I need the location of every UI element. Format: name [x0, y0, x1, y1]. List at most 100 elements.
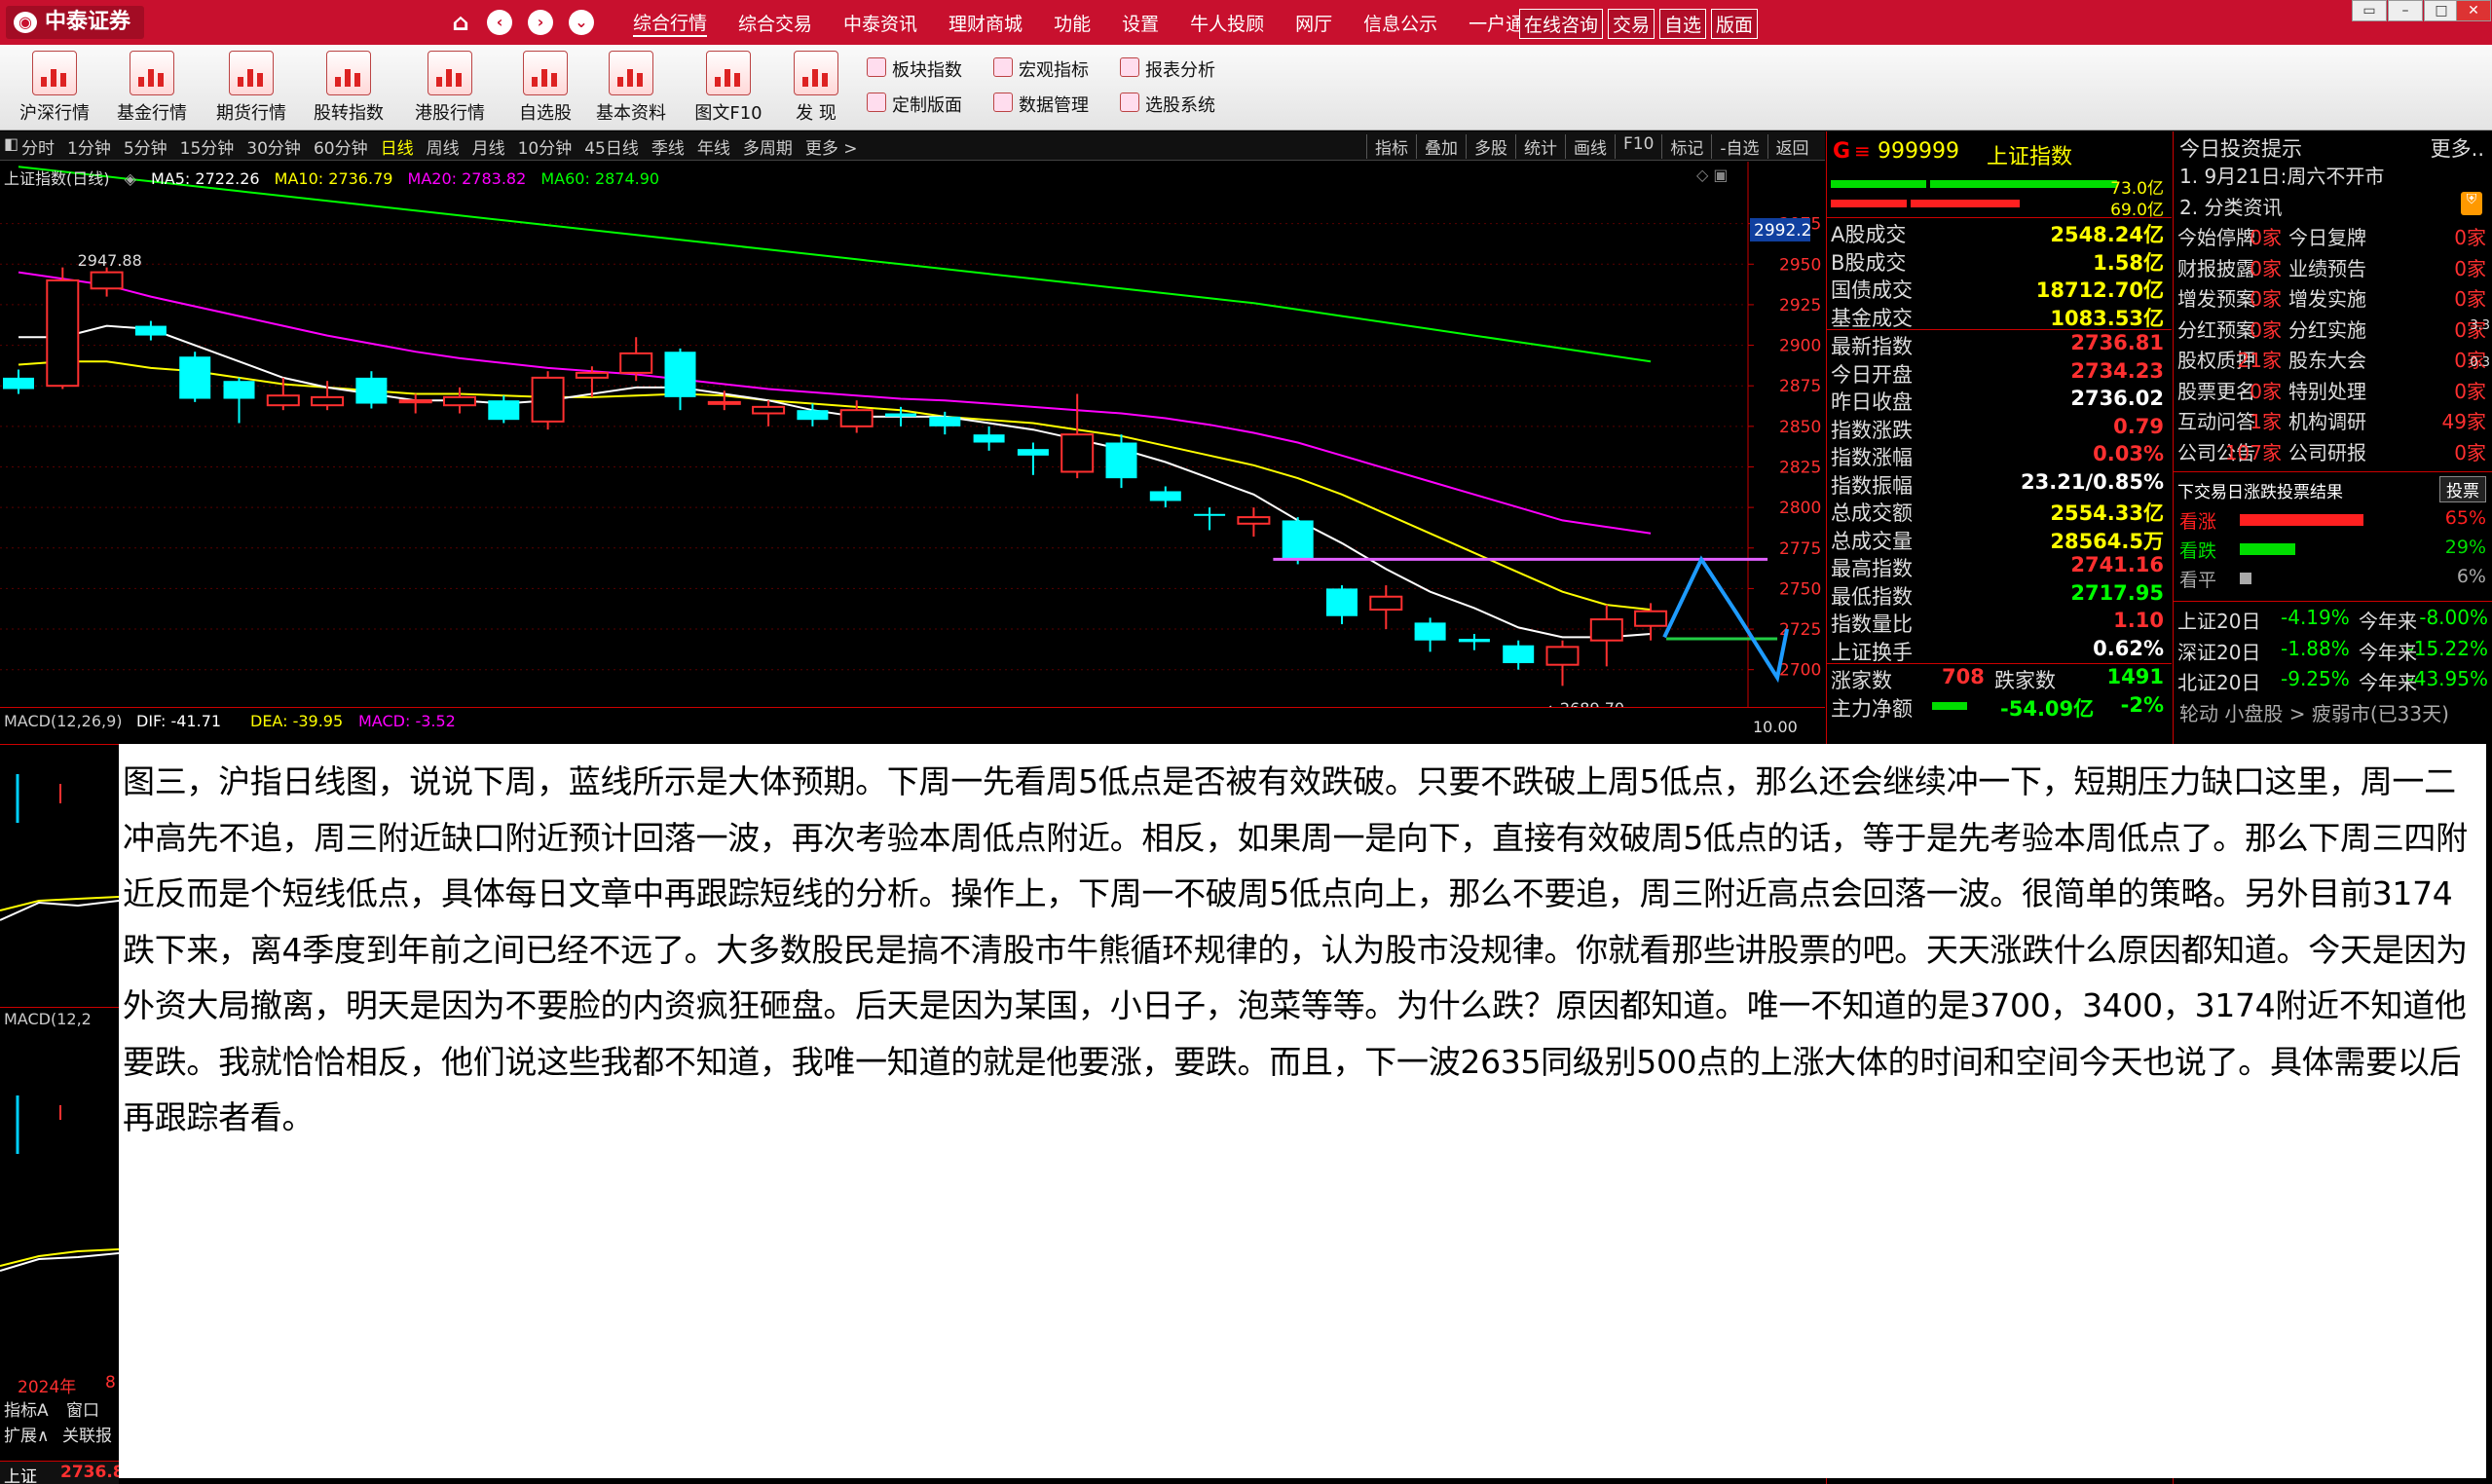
period-tab[interactable]: 45日线 [584, 134, 639, 159]
kline-chart[interactable]: 2975295029252900287528502825280027752750… [0, 162, 1825, 718]
tab-indicator[interactable]: 指标A [4, 1396, 49, 1421]
tab-expand[interactable]: 扩展∧ [4, 1422, 49, 1446]
toolbar-button[interactable]: 港股行情 [403, 49, 497, 129]
vote-row: 看涨 65% [2174, 505, 2492, 535]
period-tab[interactable]: 更多 > [805, 134, 858, 159]
chart-tool[interactable]: 返回 [1767, 134, 1817, 159]
toolbar-small-button[interactable]: 定制版面 [867, 92, 962, 117]
event-stat-row[interactable]: 增发预案 0家 增发实施 0家 [2174, 283, 2492, 315]
toolbar-button[interactable]: 基金行情 [105, 49, 199, 129]
toolbar-button[interactable]: 自选股 [499, 49, 592, 129]
stat-value: 107家 [2224, 440, 2282, 464]
vote-label: 看跌 [2179, 540, 2217, 562]
menu-item[interactable]: 综合行情 [633, 9, 708, 37]
menu-item[interactable]: 信息公示 [1363, 10, 1437, 36]
period-tab[interactable]: 多周期 [743, 134, 793, 159]
chart-tool[interactable]: 标记 [1661, 134, 1711, 159]
chart-settings-icon[interactable]: ◇ ▣ [1696, 166, 1729, 184]
maximize-icon[interactable]: □ [2424, 0, 2459, 21]
home-icon[interactable]: ⌂ [448, 10, 473, 35]
kline-svg: 2975295029252900287528502825280027752750… [0, 162, 1821, 718]
menu-item[interactable]: 中泰资讯 [843, 10, 917, 36]
icon-bar [637, 73, 643, 87]
period-tab[interactable]: 季线 [651, 134, 685, 159]
chart-tool[interactable]: -自选 [1711, 134, 1767, 159]
top-link[interactable]: 在线咨询 [1519, 9, 1604, 39]
vote-button[interactable]: 投票 [2439, 476, 2486, 502]
toolbar-button[interactable]: 期货行情 [205, 49, 298, 129]
tip-item[interactable]: 1. 9月21日:周六不开市 [2174, 161, 2492, 192]
menu-item[interactable]: 理财商城 [948, 10, 1023, 36]
back-icon[interactable]: ‹ [487, 10, 512, 35]
toolbar-button[interactable]: 基本资料 [584, 49, 678, 129]
top-link[interactable]: 交易 [1608, 9, 1655, 39]
chart-tool[interactable]: 叠加 [1416, 134, 1466, 159]
menu-item[interactable]: 功能 [1054, 10, 1091, 36]
index-20d-row: 深证20日 -1.88% 今年来 -15.22% [2174, 633, 2492, 664]
menu-item[interactable]: 设置 [1122, 10, 1159, 36]
icon-bar [60, 73, 66, 87]
candle-body [839, 409, 874, 427]
chart-tool[interactable]: 多股 [1466, 134, 1515, 159]
row-label: 基金成交 [1831, 306, 1913, 330]
chart-tool[interactable]: 画线 [1565, 134, 1615, 159]
period-tab[interactable]: 10分钟 [518, 134, 573, 159]
top-link[interactable]: 自选 [1659, 9, 1707, 39]
menu-item[interactable]: 网厅 [1295, 10, 1332, 36]
icon-bar [158, 73, 164, 87]
period-tab[interactable]: 周线 [427, 134, 460, 159]
event-stat-row[interactable]: 今始停牌 0家 今日复牌 0家 [2174, 222, 2492, 253]
toolbar-small-button[interactable]: 数据管理 [993, 92, 1089, 117]
period-tab[interactable]: 日线 [381, 134, 414, 159]
event-stat-row[interactable]: 财报披露 0家 业绩预告 0家 [2174, 253, 2492, 284]
toolbar-small-button[interactable]: 宏观指标 [993, 56, 1089, 82]
period-tab[interactable]: 60分钟 [314, 134, 368, 159]
close-icon[interactable]: ✕ [2456, 0, 2491, 21]
chart-tool[interactable]: F10 [1615, 134, 1661, 159]
toolbar-button[interactable]: 图文F10 [682, 49, 775, 129]
toolbar-button[interactable]: 股转指数 [302, 49, 395, 129]
tab-related[interactable]: 关联报 [62, 1422, 112, 1446]
event-stat-row[interactable]: 互动问答 1家 机构调研 49家 [2174, 406, 2492, 437]
legend-ma20: MA20: 2783.82 [407, 169, 527, 188]
period-tab[interactable]: 1分钟 [67, 134, 111, 159]
event-stat-row[interactable]: 股票更名 0家 特别处理 0家 [2174, 376, 2492, 407]
event-stat-row[interactable]: 分红预案 0家 分红实施 0家 [2174, 315, 2492, 346]
event-stat-row[interactable]: 公司公告 107家 公司研报 0家 [2174, 437, 2492, 468]
toolbar-small-button[interactable]: 报表分析 [1120, 56, 1215, 82]
period-tab[interactable]: 15分钟 [180, 134, 235, 159]
menu-icon[interactable]: ≡ [1854, 139, 1871, 163]
forward-icon[interactable]: › [528, 10, 553, 35]
tab-window[interactable]: 窗口 [66, 1396, 99, 1421]
toolbar-button[interactable]: 发 现 [769, 49, 863, 129]
restore-icon[interactable]: ▭ [2352, 0, 2387, 21]
candle-body [311, 395, 345, 407]
menu-item[interactable]: 一户通 [1469, 10, 1524, 36]
toolbar-small-button[interactable]: 板块指数 [867, 56, 962, 82]
index-20d-stats: 上证20日 -4.19% 今年来 -8.00% 深证20日 -1.88% 今年来 -15.22… [2174, 602, 2492, 694]
period-tab[interactable]: 年线 [697, 134, 730, 159]
menu-item[interactable]: 综合交易 [738, 10, 812, 36]
chart-tool[interactable]: 指标 [1366, 134, 1416, 159]
menu-item[interactable]: 牛人投顾 [1190, 10, 1264, 36]
tips-more-link[interactable]: 更多.. [2431, 133, 2484, 163]
period-tab[interactable]: 5分钟 [124, 134, 167, 159]
period-tab[interactable]: 月线 [472, 134, 505, 159]
status-index-name: 上证 [4, 1467, 37, 1484]
panel-toggle-icon[interactable]: ◧ [4, 134, 19, 153]
icon-bar [725, 69, 730, 87]
stat-value: 0家 [2250, 287, 2282, 311]
toolbar-button[interactable]: 沪深行情 [8, 49, 101, 129]
period-tab[interactable]: 30分钟 [246, 134, 301, 159]
period-tab[interactable]: 分时 [21, 134, 55, 159]
event-stat-row[interactable]: 股权质押 21家 股东大会 0家 [2174, 345, 2492, 376]
dropdown-icon[interactable]: ⌄ [569, 10, 594, 35]
minimize-icon[interactable]: – [2388, 0, 2423, 21]
top-links: 在线咨询 交易 自选 版面 [1519, 9, 1763, 39]
tip-item[interactable]: 2. 分类资讯 ⛨ [2174, 191, 2492, 223]
chart-tool[interactable]: 统计 [1515, 134, 1565, 159]
top-link[interactable]: 版面 [1711, 9, 1759, 39]
index-name: 上证指数 [1987, 145, 2073, 169]
toolbar-small-button[interactable]: 选股系统 [1120, 92, 1215, 117]
candle-body [1634, 610, 1668, 627]
